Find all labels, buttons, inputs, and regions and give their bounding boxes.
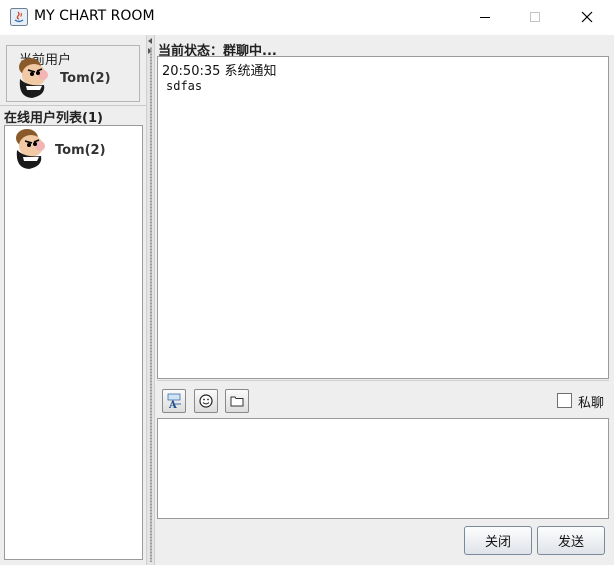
private-chat-label: 私聊: [578, 396, 605, 411]
close-button[interactable]: 关闭: [464, 526, 532, 555]
window-titlebar[interactable]: MY CHART ROOM: [0, 0, 614, 35]
list-item-name: Tom(2): [55, 143, 106, 158]
current-user-avatar: [19, 58, 48, 98]
message-body: sdfas: [166, 79, 203, 93]
font-icon: A: [167, 393, 181, 410]
minimize-button[interactable]: [462, 0, 508, 34]
send-button[interactable]: 发送: [537, 526, 605, 555]
left-separator: [0, 105, 146, 106]
maximize-icon: [530, 12, 540, 22]
collapse-left-icon[interactable]: [148, 38, 152, 44]
svg-text:A: A: [168, 400, 177, 410]
list-item[interactable]: Tom(2): [5, 126, 142, 174]
java-app-icon: [10, 8, 28, 26]
online-users-list[interactable]: Tom(2): [4, 125, 143, 560]
minimize-icon: [480, 17, 490, 18]
font-button[interactable]: A: [162, 389, 186, 413]
client-area: 当前用户 Tom(2) 在线用户列表(1) Tom(2) 当前状态：群聊中...…: [0, 35, 614, 565]
chat-history[interactable]: 20:50:35 系统通知 sdfas: [157, 56, 609, 379]
split-divider[interactable]: [146, 35, 155, 565]
message-header: 20:50:35 系统通知: [162, 64, 277, 79]
emoticon-button[interactable]: [194, 389, 218, 413]
private-chat-checkbox[interactable]: [557, 393, 572, 408]
message-input[interactable]: [157, 418, 609, 519]
divider-grip: [150, 47, 152, 562]
close-icon: [581, 11, 593, 23]
send-file-button[interactable]: [225, 389, 249, 413]
emoticon-icon: [199, 394, 213, 408]
toolbar-separator: [157, 380, 609, 381]
current-user-name: Tom(2): [60, 71, 111, 86]
left-panel: 当前用户 Tom(2) 在线用户列表(1) Tom(2): [0, 35, 146, 565]
folder-icon: [230, 396, 244, 407]
window-title: MY CHART ROOM: [34, 8, 155, 24]
online-users-title: 在线用户列表(1): [4, 111, 103, 126]
close-window-button[interactable]: [564, 0, 610, 34]
maximize-button[interactable]: [512, 0, 558, 34]
user-avatar: [16, 129, 45, 169]
